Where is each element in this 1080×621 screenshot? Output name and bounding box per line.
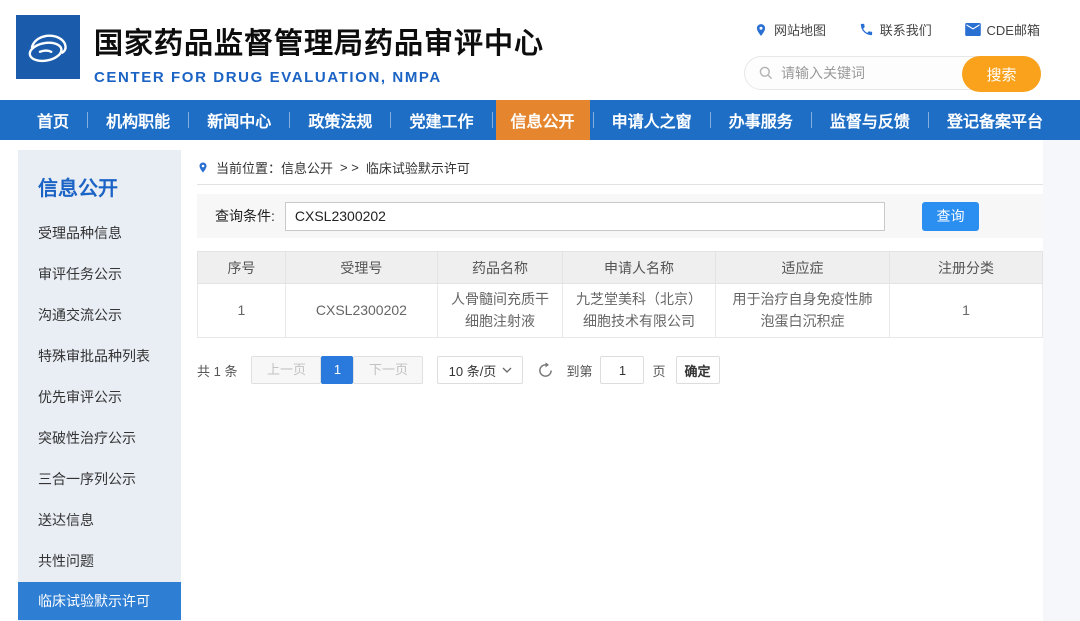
sidebar-item-common-issues[interactable]: 共性问题 [18, 541, 181, 582]
nav-item-applicant-window[interactable]: 申请人之窗 [597, 100, 707, 140]
sitemap-label: 网站地图 [774, 20, 826, 39]
col-registration-class: 注册分类 [890, 252, 1043, 284]
refresh-icon[interactable] [537, 362, 554, 379]
col-acceptance-number: 受理号 [285, 252, 437, 284]
col-drug-name: 药品名称 [437, 252, 562, 284]
sidebar-title: 信息公开 [18, 150, 181, 213]
contact-us-label: 联系我们 [880, 20, 932, 39]
map-pin-icon [754, 22, 768, 38]
nav-item-home[interactable]: 首页 [22, 100, 84, 140]
pager-group: 上一页 1 下一页 [251, 356, 423, 384]
cell-drug-name: 人骨髓间充质干细胞注射液 [437, 284, 562, 338]
nav-divider [87, 112, 88, 128]
nav-item-news[interactable]: 新闻中心 [192, 100, 286, 140]
nav-divider [928, 112, 929, 128]
nav-item-services[interactable]: 办事服务 [714, 100, 808, 140]
next-page-button[interactable]: 下一页 [353, 356, 423, 384]
cde-mail-label: CDE邮箱 [987, 20, 1040, 39]
page-size-value: 10 条/页 [449, 361, 497, 380]
table-row: 1 CXSL2300202 人骨髓间充质干细胞注射液 九芝堂美科（北京）细胞技术… [198, 284, 1043, 338]
col-indication: 适应症 [715, 252, 889, 284]
nav-item-info-disclosure[interactable]: 信息公开 [496, 100, 590, 140]
sidebar-item-delivery-info[interactable]: 送达信息 [18, 500, 181, 541]
breadcrumb: 当前位置：信息公开 > > 临床试验默示许可 [197, 150, 1043, 185]
col-serial-number: 序号 [198, 252, 286, 284]
nav-item-registration-platform[interactable]: 登记备案平台 [932, 100, 1058, 140]
cell-serial-number: 1 [198, 284, 286, 338]
confirm-button[interactable]: 确定 [676, 356, 720, 384]
swan-swirl-icon [24, 26, 72, 68]
sidebar-item-three-in-one-sequence[interactable]: 三合一序列公示 [18, 459, 181, 500]
site-header: 国家药品监督管理局药品审评中心 CENTER FOR DRUG EVALUATI… [0, 0, 1080, 100]
header-utility-links: 网站地图 联系我们 CDE邮箱 [754, 20, 1040, 39]
breadcrumb-separator: > > [340, 160, 359, 175]
query-label: 查询条件: [215, 206, 275, 226]
nav-divider [492, 112, 493, 128]
site-subtitle: CENTER FOR DRUG EVALUATION, NMPA [94, 69, 544, 86]
total-count: 共 1 条 [197, 361, 237, 380]
prev-page-button[interactable]: 上一页 [251, 356, 321, 384]
nav-divider [811, 112, 812, 128]
query-button[interactable]: 查询 [922, 202, 979, 231]
page-number-1[interactable]: 1 [321, 356, 353, 384]
cell-registration-class: 1 [890, 284, 1043, 338]
nav-divider [390, 112, 391, 128]
chevron-down-icon [502, 367, 512, 373]
table-header-row: 序号 受理号 药品名称 申请人名称 适应症 注册分类 [198, 252, 1043, 284]
query-input[interactable] [285, 202, 885, 231]
nav-divider [710, 112, 711, 128]
cde-mail-link[interactable]: CDE邮箱 [965, 20, 1040, 39]
sitemap-link[interactable]: 网站地图 [754, 20, 826, 39]
main-nav: 首页 机构职能 新闻中心 政策法规 党建工作 信息公开 申请人之窗 办事服务 监… [0, 100, 1080, 140]
sidebar-item-communication[interactable]: 沟通交流公示 [18, 295, 181, 336]
nav-divider [593, 112, 594, 128]
nav-divider [188, 112, 189, 128]
sidebar: 信息公开 受理品种信息 审评任务公示 沟通交流公示 特殊审批品种列表 优先审评公… [18, 150, 181, 621]
nav-divider [289, 112, 290, 128]
sidebar-item-special-approval-list[interactable]: 特殊审批品种列表 [18, 336, 181, 377]
main-content: 当前位置：信息公开 > > 临床试验默示许可 查询条件: 查询 序号 受理号 药… [181, 150, 1043, 621]
cell-acceptance-number: CXSL2300202 [285, 284, 437, 338]
search-icon [758, 65, 774, 81]
sidebar-item-accepted-varieties[interactable]: 受理品种信息 [18, 213, 181, 254]
brand-block: 国家药品监督管理局药品审评中心 CENTER FOR DRUG EVALUATI… [94, 20, 544, 86]
nav-item-supervision-feedback[interactable]: 监督与反馈 [815, 100, 925, 140]
goto-page-input[interactable] [600, 356, 644, 384]
goto-page-label: 到第 [566, 361, 592, 380]
page-body: 信息公开 受理品种信息 审评任务公示 沟通交流公示 特殊审批品种列表 优先审评公… [0, 140, 1080, 621]
sidebar-item-clinical-trial-implied-license[interactable]: 临床试验默示许可 [18, 582, 181, 620]
contact-us-link[interactable]: 联系我们 [859, 20, 932, 39]
sidebar-item-priority-review[interactable]: 优先审评公示 [18, 377, 181, 418]
col-applicant-name: 申请人名称 [563, 252, 716, 284]
pagination: 共 1 条 上一页 1 下一页 10 条/页 到第 [197, 356, 1043, 384]
results-table: 序号 受理号 药品名称 申请人名称 适应症 注册分类 1 CXSL2300202… [197, 251, 1043, 338]
breadcrumb-current: 临床试验默示许可 [366, 158, 470, 177]
sidebar-item-breakthrough-therapy[interactable]: 突破性治疗公示 [18, 418, 181, 459]
nav-item-organization[interactable]: 机构职能 [91, 100, 185, 140]
nav-item-policy[interactable]: 政策法规 [293, 100, 387, 140]
nav-item-party-building[interactable]: 党建工作 [394, 100, 488, 140]
site-title: 国家药品监督管理局药品审评中心 [94, 20, 544, 62]
sidebar-item-review-tasks[interactable]: 审评任务公示 [18, 254, 181, 295]
mail-icon [965, 23, 981, 36]
cde-logo [16, 15, 80, 79]
page-unit-label: 页 [652, 361, 665, 380]
cell-indication: 用于治疗自身免疫性肺泡蛋白沉积症 [715, 284, 889, 338]
page-size-select[interactable]: 10 条/页 [437, 356, 523, 384]
cell-applicant-name: 九芝堂美科（北京）细胞技术有限公司 [563, 284, 716, 338]
query-bar: 查询条件: 查询 [197, 194, 1043, 238]
site-search: 搜索 [744, 56, 1041, 90]
phone-icon [859, 22, 874, 37]
page-right-margin [1043, 140, 1080, 621]
breadcrumb-prefix[interactable]: 当前位置：信息公开 [216, 158, 333, 177]
search-button[interactable]: 搜索 [962, 56, 1041, 92]
location-pin-icon [197, 160, 209, 175]
